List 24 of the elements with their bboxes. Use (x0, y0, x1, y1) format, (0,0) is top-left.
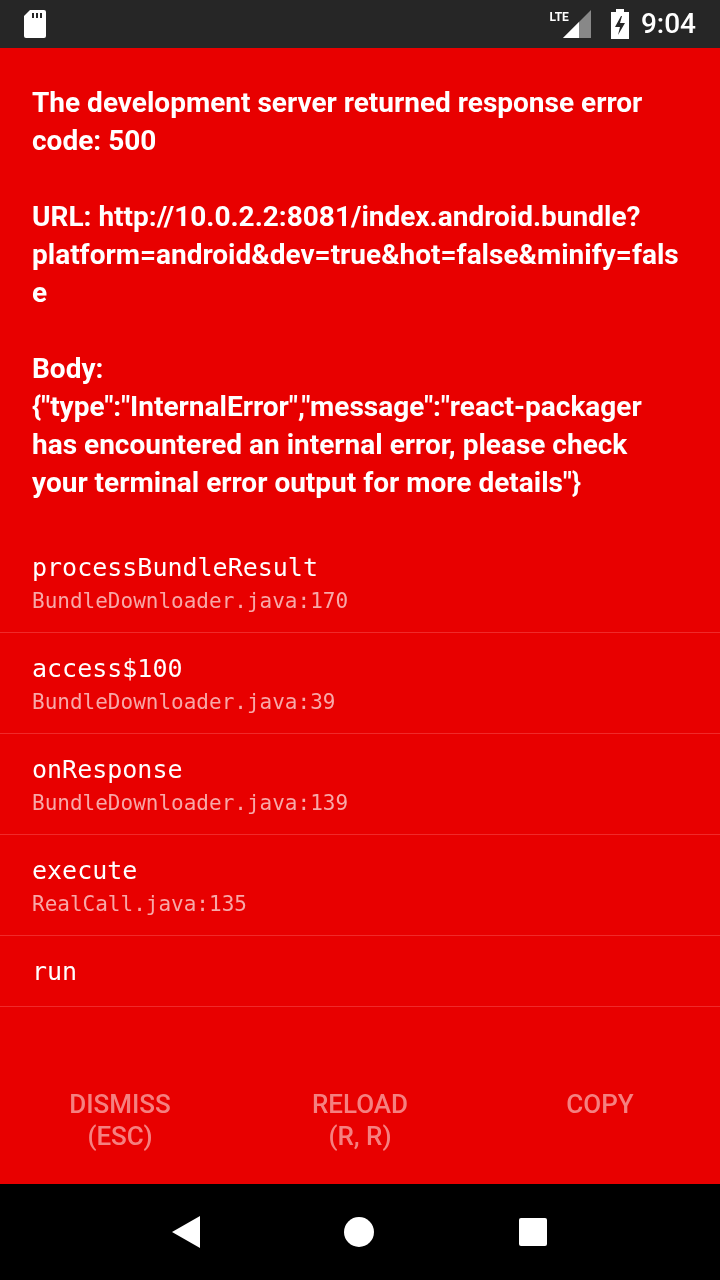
network-type: LTE (549, 9, 569, 26)
error-message: Body: {"type":"InternalError","message":"react-packager has encountered an internal error, please check your terminal error output for more details"} (32, 351, 643, 501)
frame-location: BundleDownloader.java:39 (32, 689, 337, 716)
back-icon[interactable] (171, 1216, 200, 1248)
frame-location: BundleDownloader.java:170 (32, 588, 350, 615)
stack-frame[interactable]: processBundleResult BundleDownloader.java:170 (0, 532, 720, 633)
frame-method: access$100 (32, 653, 184, 685)
error-message: URL: http://10.0.2.2:8081/index.android.bundle?platform=android&dev=true&hot=false&minify=false (32, 199, 680, 311)
frame-location: BundleDownloader.java:139 (32, 790, 350, 817)
stack-frame[interactable]: run (0, 936, 720, 1007)
error-message: The development server returned response error code: 500 (32, 85, 644, 159)
home-icon[interactable] (343, 1216, 375, 1248)
frame-method: execute (32, 855, 139, 887)
stack-frame[interactable]: execute RealCall.java:135 (0, 835, 720, 936)
stack-frame[interactable]: onResponse BundleDownloader.java:139 (0, 734, 720, 835)
frame-method: run (32, 956, 79, 988)
stack-frame[interactable]: access$100 BundleDownloader.java:39 (0, 633, 720, 734)
battery-icon (610, 9, 629, 39)
clock: 9:04 (640, 6, 696, 42)
recents-icon[interactable] (518, 1217, 549, 1247)
frame-method: onResponse (32, 754, 184, 786)
frame-method: processBundleResult (32, 552, 319, 584)
sd-card-icon (24, 10, 46, 38)
frame-location: RealCall.java:135 (32, 891, 248, 918)
